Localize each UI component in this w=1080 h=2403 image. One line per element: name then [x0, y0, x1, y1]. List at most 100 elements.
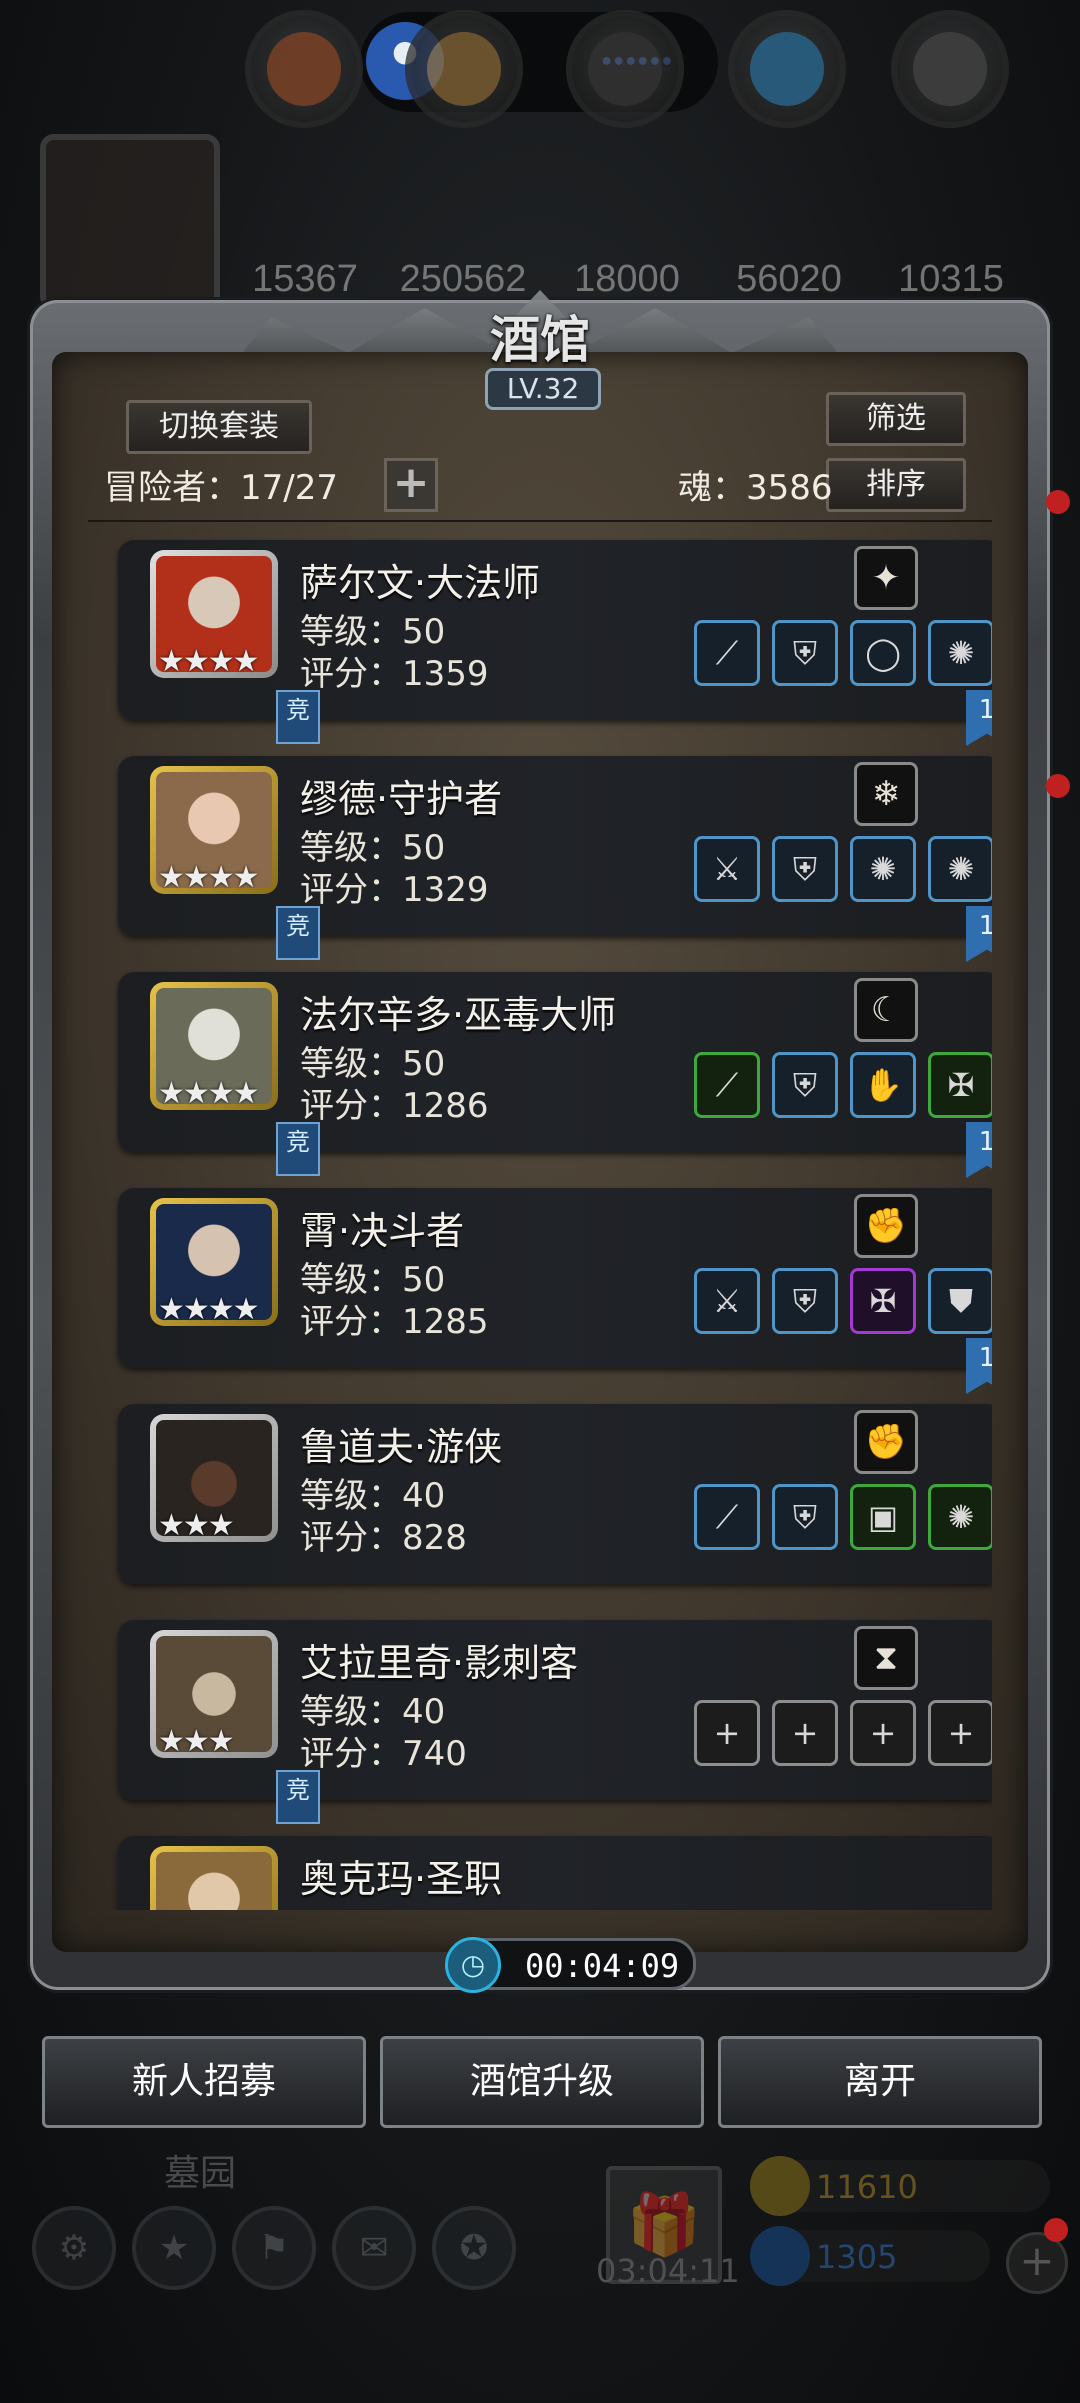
hero-row[interactable]: ★★★★ 缪德·守护者 等级：50 评分：1329 ❄ ⚔ ⛨ ✺ ✺ 竞 1: [118, 756, 992, 962]
hero-stars: ★★★★: [158, 1292, 260, 1327]
notification-dot: [1046, 490, 1070, 514]
gold-coin-icon: [750, 2156, 810, 2216]
hero-name: 奥克玛·圣职: [300, 1857, 503, 1901]
hourglass-skill-icon[interactable]: ⧗: [854, 1626, 918, 1690]
hero-list[interactable]: ★★★★ 萨尔文·大法师 等级：50 评分：1359 ✦ ⟋ ⛨ ◯ ✺ 竞 1…: [88, 530, 992, 1910]
amulet-equip-icon[interactable]: ✺: [850, 836, 916, 902]
gift-timer: 03:04:11: [596, 2252, 740, 2290]
crystal-resource-icon: [728, 10, 846, 128]
empty-armor-slot-icon[interactable]: +: [772, 1700, 838, 1766]
gem-amount: 1305: [816, 2238, 898, 2276]
hero-name: 霄·决斗者: [300, 1209, 465, 1253]
shield-equip-icon[interactable]: ⛊: [928, 1268, 992, 1334]
gem-icon: [750, 2226, 810, 2286]
hero-stars: ★★★: [158, 1724, 235, 1759]
hero-score: 评分：1285: [300, 1302, 489, 1342]
timer: ◷ 00:04:09: [445, 1937, 696, 1993]
hero-row[interactable]: 奥克玛·圣职: [118, 1836, 992, 1910]
armor-equip-icon[interactable]: ⛨: [772, 620, 838, 686]
hero-score: 评分：1359: [300, 654, 489, 694]
mail-icon: ✉: [332, 2206, 416, 2290]
hero-name: 鲁道夫·游侠: [300, 1425, 503, 1469]
glove-skill-icon[interactable]: ✊: [854, 1410, 918, 1474]
resource-count: 18000: [574, 258, 680, 300]
armor-equip-icon[interactable]: ⛨: [772, 1484, 838, 1550]
empty-weapon-slot-icon[interactable]: +: [694, 1700, 760, 1766]
switch-outfit-button[interactable]: 切换套装: [126, 400, 312, 454]
ring-equip-icon[interactable]: ◯: [850, 620, 916, 686]
notification-dot: [1046, 774, 1070, 798]
dagger-equip-icon[interactable]: ⟋: [694, 1484, 760, 1550]
hero-name: 缪德·守护者: [300, 777, 503, 821]
amulet-equip-icon[interactable]: ✺: [928, 1484, 992, 1550]
clock-icon: ◷: [445, 1937, 501, 1993]
fang-skill-icon[interactable]: ☾: [854, 978, 918, 1042]
ice-skill-icon[interactable]: ❄: [854, 762, 918, 826]
armor-equip-icon[interactable]: ⛨: [772, 836, 838, 902]
hero-row[interactable]: ★★★ 艾拉里奇·影刺客 等级：40 评分：740 ⧗ + + + + 竞: [118, 1620, 992, 1824]
sword-equip-icon[interactable]: ⚔: [694, 1268, 760, 1334]
team-bookmark: 1: [966, 1338, 992, 1394]
hero-portrait[interactable]: [150, 1846, 278, 1910]
map-icon: ✪: [432, 2206, 516, 2290]
arena-tag: 竞: [276, 1770, 320, 1824]
hero-score: 评分：740: [300, 1734, 467, 1774]
ore-resource-icon: [245, 10, 363, 128]
timer-text: 00:04:09: [525, 1947, 680, 1985]
armor-equip-icon[interactable]: ⛨: [772, 1268, 838, 1334]
iron-resource-icon: [891, 10, 1009, 128]
settings-icon: ⚙: [32, 2206, 116, 2290]
hero-stars: ★★★★: [158, 1076, 260, 1111]
soul-count: 魂：3586: [678, 468, 833, 508]
gauntlet-equip-icon[interactable]: ✋: [850, 1052, 916, 1118]
team-bookmark: 1: [966, 906, 992, 962]
hero-score: 评分：1286: [300, 1086, 489, 1126]
pendant-equip-icon[interactable]: ✠: [928, 1052, 992, 1118]
filter-button[interactable]: 筛选: [826, 392, 966, 446]
staff-equip-icon[interactable]: ⟋: [694, 1052, 760, 1118]
arena-tag: 竞: [276, 906, 320, 960]
crystal-skill-icon[interactable]: ✦: [854, 546, 918, 610]
gem-bar: 1305: [750, 2226, 990, 2286]
sword-equip-icon[interactable]: ⚔: [694, 836, 760, 902]
tavern-panel: 酒馆 LV.32 切换套装 筛选 排序 冒险者：17/27 + 魂：3586 ★…: [30, 290, 1050, 1993]
team-bookmark: 1: [966, 690, 992, 746]
hero-stars: ★★★★: [158, 644, 260, 679]
resource-count: 10315: [898, 258, 1004, 300]
staff-equip-icon[interactable]: ⟋: [694, 620, 760, 686]
cemetery-label: 墓园: [164, 2153, 237, 2194]
hero-score: 评分：828: [300, 1518, 467, 1558]
tavern-level-badge: LV.32: [485, 368, 601, 410]
empty-ring-slot-icon[interactable]: +: [850, 1700, 916, 1766]
panel-title: 酒馆: [490, 310, 590, 369]
recruit-button[interactable]: 新人招募: [42, 2036, 366, 2128]
adventurer-count: 冒险者：17/27: [104, 468, 338, 508]
resource-count: 15367: [252, 258, 358, 300]
hero-name: 萨尔文·大法师: [300, 561, 541, 605]
leave-button[interactable]: 离开: [718, 2036, 1042, 2128]
notification-dot: [1044, 2218, 1068, 2242]
hero-row[interactable]: ★★★★ 霄·决斗者 等级：50 评分：1285 ✊ ⚔ ⛨ ✠ ⛊ 1: [118, 1188, 992, 1394]
hero-stars: ★★★: [158, 1508, 235, 1543]
chest-equip-icon[interactable]: ▣: [850, 1484, 916, 1550]
amulet-equip-icon[interactable]: ✺: [928, 836, 992, 902]
hero-row[interactable]: ★★★★ 法尔辛多·巫毒大师 等级：50 评分：1286 ☾ ⟋ ⛨ ✋ ✠ 竞…: [118, 972, 992, 1178]
gold-amount: 11610: [816, 2168, 918, 2206]
pendant-equip-icon[interactable]: ✠: [850, 1268, 916, 1334]
glove-skill-icon[interactable]: ✊: [854, 1194, 918, 1258]
wood-resource-icon: [405, 10, 523, 128]
hero-name: 艾拉里奇·影刺客: [300, 1641, 579, 1685]
team-bookmark: 1: [966, 1122, 992, 1178]
amulet-equip-icon[interactable]: ✺: [928, 620, 992, 686]
upgrade-tavern-button[interactable]: 酒馆升级: [380, 2036, 704, 2128]
empty-amulet-slot-icon[interactable]: +: [928, 1700, 992, 1766]
hero-row[interactable]: ★★★★ 萨尔文·大法师 等级：50 评分：1359 ✦ ⟋ ⛨ ◯ ✺ 竞 1: [118, 540, 992, 746]
hero-stars: ★★★★: [158, 860, 260, 895]
resource-count: 56020: [736, 258, 842, 300]
sort-button[interactable]: 排序: [826, 458, 966, 512]
guild-icon: ⚑: [232, 2206, 316, 2290]
hero-row[interactable]: ★★★ 鲁道夫·游侠 等级：40 评分：828 ✊ ⟋ ⛨ ▣ ✺: [118, 1404, 992, 1584]
add-slot-button[interactable]: +: [384, 458, 438, 512]
armor-equip-icon[interactable]: ⛨: [772, 1052, 838, 1118]
arena-tag: 竞: [276, 690, 320, 744]
